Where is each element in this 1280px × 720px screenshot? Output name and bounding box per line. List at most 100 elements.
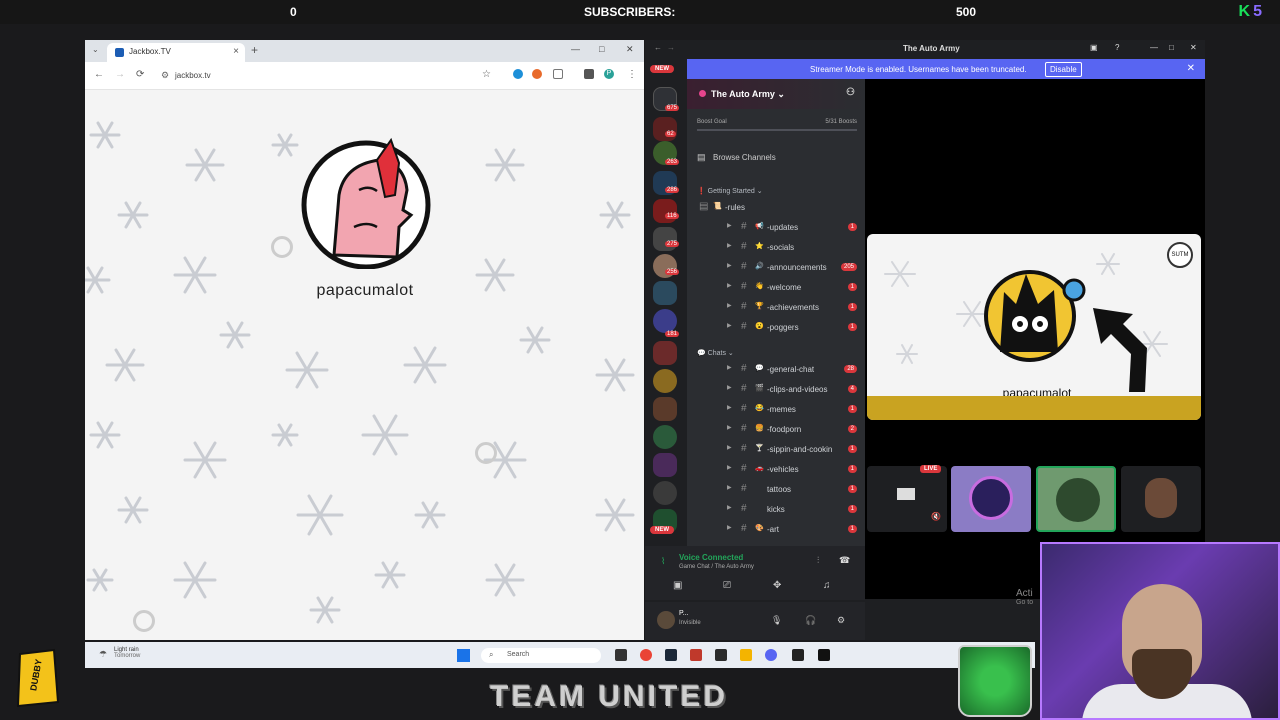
participant-tile[interactable] (951, 466, 1031, 532)
back-button[interactable]: ← (94, 69, 104, 80)
chevron-right-icon[interactable]: ▶ (727, 444, 732, 451)
forward-button[interactable]: → (115, 69, 125, 80)
taskbar-search[interactable]: ⌕ Search (481, 648, 601, 663)
user-avatar[interactable] (657, 611, 675, 629)
maximize-button[interactable]: □ (599, 44, 604, 54)
extension-icon[interactable] (513, 69, 523, 79)
channel-rules[interactable]: ▤ 📜 -rules (687, 199, 865, 217)
close-button[interactable]: ✕ (1190, 43, 1197, 52)
media-icon[interactable] (584, 69, 594, 79)
disconnect-icon[interactable]: ☎ (839, 555, 850, 566)
invite-icon[interactable]: ⚇ (846, 87, 855, 98)
channel-item[interactable]: ▶ # 🔊 -announcements 205 (687, 259, 865, 277)
server-icon[interactable] (653, 397, 677, 421)
site-info-icon[interactable]: ⚙ (161, 70, 169, 81)
activities-icon[interactable]: ✥ (773, 580, 781, 591)
channel-item[interactable]: ▶ # ⭐ -socials (687, 239, 865, 257)
epic-icon[interactable] (715, 649, 727, 661)
minimize-button[interactable]: — (1150, 43, 1158, 52)
noise-suppression-icon[interactable]: ⫶ (817, 555, 819, 566)
address-bar[interactable]: ⚙ jackbox.tv (157, 68, 497, 84)
disable-button[interactable]: Disable (1045, 62, 1082, 77)
server-icon[interactable] (653, 117, 677, 141)
channel-item[interactable]: ▶ # 🎬 -clips-and-videos 4 (687, 381, 865, 399)
weather-widget[interactable]: Light rain Tomorrow (114, 647, 140, 659)
forward-arrow-icon[interactable]: → (667, 43, 675, 52)
server-icon[interactable] (653, 425, 677, 449)
tab-close-icon[interactable]: × (233, 46, 239, 57)
chevron-right-icon[interactable]: ▶ (727, 504, 732, 511)
server-icon[interactable] (653, 199, 677, 223)
weather-icon[interactable]: ☂ (99, 649, 107, 660)
server-icon[interactable] (653, 453, 677, 477)
boost-goal[interactable]: Boost Goal 5/31 Boosts (697, 119, 857, 125)
channel-item[interactable]: ▶ # kicks 1 (687, 501, 865, 519)
user-name[interactable]: P... (679, 610, 689, 617)
microphone-icon[interactable]: 🎙 (771, 615, 782, 626)
channel-item[interactable]: ▶ # 🍸 -sippin-and-cookin 1 (687, 441, 865, 459)
tab-search-icon[interactable]: ⌄ (92, 45, 99, 54)
back-arrow-icon[interactable]: ← (654, 43, 662, 52)
voice-channel[interactable]: Game Chat / The Auto Army (679, 564, 754, 570)
chevron-right-icon[interactable]: ▶ (727, 322, 732, 329)
participant-tile[interactable] (1036, 466, 1116, 532)
discord-icon[interactable] (765, 649, 777, 661)
new-unreads-pill[interactable]: NEW (650, 65, 674, 73)
soundboard-icon[interactable]: ♫ (823, 580, 831, 591)
screenshare-icon[interactable]: ⎚ (723, 580, 731, 591)
speaker-muted-icon[interactable]: 🔇 (931, 512, 941, 521)
channel-item[interactable]: ▶ # 😮 -poggers 1 (687, 319, 865, 337)
chrome-icon[interactable] (640, 649, 652, 661)
close-button[interactable]: ✕ (626, 44, 634, 55)
camera-icon[interactable]: ▣ (673, 580, 682, 591)
headphones-icon[interactable]: 🎧 (805, 615, 816, 626)
server-icon[interactable] (653, 309, 677, 333)
channel-item[interactable]: ▶ # 💬 -general-chat 28 (687, 361, 865, 379)
channel-item[interactable]: ▶ # 🍔 -foodporn 2 (687, 421, 865, 439)
new-tab-button[interactable]: + (251, 43, 258, 57)
category-chats[interactable]: 💬 Chats ⌄ (697, 349, 734, 357)
server-icon[interactable] (653, 369, 677, 393)
channel-item[interactable]: ▶ # 🏆 -achievements 1 (687, 299, 865, 317)
obs-icon[interactable] (818, 649, 830, 661)
file-explorer-icon[interactable] (740, 649, 752, 661)
chevron-right-icon[interactable]: ▶ (727, 384, 732, 391)
help-icon[interactable]: ? (1115, 43, 1119, 52)
minimize-button[interactable]: — (571, 44, 580, 54)
chevron-right-icon[interactable]: ▶ (727, 484, 732, 491)
participant-tile[interactable]: LIVE 🔇 (867, 465, 947, 532)
channel-item[interactable]: ▶ # 😂 -memes 1 (687, 401, 865, 419)
chevron-right-icon[interactable]: ▶ (727, 262, 732, 269)
channel-item[interactable]: ▶ # tattoos 1 (687, 481, 865, 499)
bookmark-star-icon[interactable]: ☆ (482, 69, 491, 80)
task-view-icon[interactable] (615, 649, 627, 661)
browser-menu-icon[interactable]: ⋮ (627, 69, 637, 80)
participant-tile[interactable] (1121, 466, 1201, 532)
new-unreads-pill[interactable]: NEW (650, 526, 674, 534)
chevron-right-icon[interactable]: ▶ (727, 282, 732, 289)
server-icon[interactable] (653, 227, 677, 251)
channel-item[interactable]: ▶ # 👋 -welcome 1 (687, 279, 865, 297)
app-icon[interactable] (690, 649, 702, 661)
extension-icon-2[interactable] (532, 69, 542, 79)
stream-tile[interactable]: papacumalot SUTM (867, 234, 1201, 420)
reload-button[interactable]: ⟳ (136, 69, 144, 80)
close-banner-icon[interactable]: ✕ (1187, 63, 1195, 74)
chevron-right-icon[interactable]: ▶ (727, 364, 732, 371)
profile-avatar[interactable]: P (604, 69, 614, 79)
chevron-right-icon[interactable]: ▶ (727, 464, 732, 471)
server-header[interactable]: The Auto Army ⌄ ⚇ (687, 79, 865, 109)
chevron-right-icon[interactable]: ▶ (727, 524, 732, 531)
chevron-right-icon[interactable]: ▶ (727, 424, 732, 431)
channel-item[interactable]: ▶ # 🚗 -vehicles 1 (687, 461, 865, 479)
inbox-icon[interactable]: ▣ (1090, 43, 1098, 52)
server-icon[interactable] (653, 281, 677, 305)
chevron-right-icon[interactable]: ▶ (727, 222, 732, 229)
settings-gear-icon[interactable]: ⚙ (837, 615, 845, 626)
browse-channels[interactable]: ▤ Browse Channels (697, 152, 776, 162)
chevron-right-icon[interactable]: ▶ (727, 302, 732, 309)
chevron-right-icon[interactable]: ▶ (727, 242, 732, 249)
start-windows-icon[interactable] (457, 649, 470, 662)
channel-item[interactable]: ▶ # 🎨 -art 1 (687, 521, 865, 539)
server-icon[interactable] (653, 341, 677, 365)
